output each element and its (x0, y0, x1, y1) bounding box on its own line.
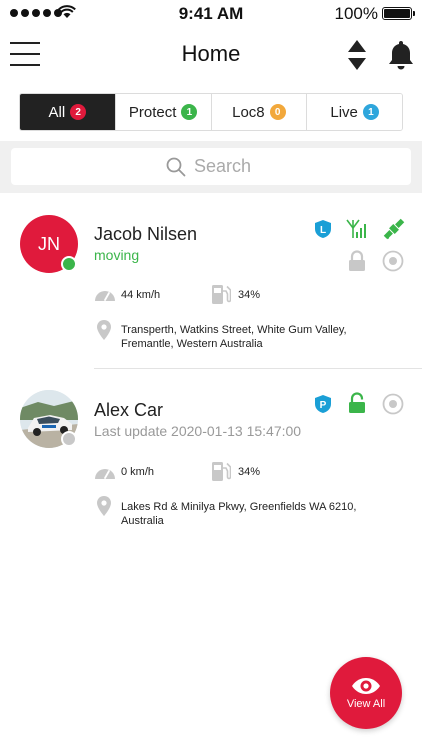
gps-satellite-icon (383, 218, 405, 240)
sort-icon[interactable] (346, 38, 368, 72)
tab-label: Protect (128, 103, 177, 121)
count-badge: 2 (70, 104, 87, 120)
eye-icon (352, 677, 380, 694)
offline-status-dot (61, 431, 77, 447)
online-status-dot (61, 256, 77, 272)
speedometer-icon (95, 291, 115, 301)
count-badge: 1 (362, 104, 379, 120)
fuel-value: 34% (238, 289, 261, 301)
fuel-pump-icon (212, 285, 231, 304)
divider (94, 368, 422, 369)
vehicle-address: Lakes Rd & Minilya Pkwy, Greenfields WA … (121, 501, 357, 527)
location-pin-icon (97, 320, 111, 340)
count-badge: 0 (269, 104, 286, 120)
plan-badge-letter: L (320, 225, 326, 236)
locate-target-icon[interactable] (382, 250, 404, 272)
fuel-pump-icon (212, 462, 231, 481)
plan-p-shield-icon: P (315, 395, 331, 413)
search-bar-container (0, 141, 422, 193)
tab-live[interactable]: Live 1 (307, 94, 402, 130)
vehicle-address: Transperth, Watkins Street, White Gum Va… (121, 324, 347, 350)
unlock-icon[interactable] (348, 392, 366, 414)
view-all-label: View All (346, 697, 386, 710)
hamburger-menu-icon[interactable] (10, 42, 40, 68)
speed-value: 44 km/h (121, 289, 161, 301)
tab-label: All (48, 103, 66, 121)
vehicle-status: moving (94, 247, 140, 263)
vehicle-name: Jacob Nilsen (94, 224, 198, 244)
avatar-initials: JN (38, 233, 60, 254)
vehicle-card[interactable]: JN Jacob Nilsen moving L 44 km/h 34% Tra… (0, 200, 422, 368)
filter-tabs: All 2 Protect 1 Loc8 0 Live 1 (19, 93, 403, 131)
search-icon (166, 157, 186, 176)
vehicle-name: Alex Car (94, 400, 164, 420)
speed-value: 0 km/h (121, 466, 155, 478)
search-box[interactable] (11, 148, 411, 185)
last-update-text: Last update 2020-01-13 15:47:00 (94, 423, 302, 439)
fuel-value: 34% (238, 466, 261, 478)
tab-label: Loc8 (232, 103, 265, 121)
navigation-bar: Home (0, 28, 422, 84)
tab-loc8[interactable]: Loc8 0 (211, 94, 308, 130)
notification-bell-icon[interactable] (386, 38, 416, 72)
tab-protect[interactable]: Protect 1 (115, 94, 212, 130)
lock-icon[interactable] (348, 250, 366, 272)
tab-label: Live (330, 103, 358, 121)
status-bar: 9:41 AM 100% (0, 0, 422, 28)
battery-percentage: 100% (334, 4, 378, 23)
speedometer-icon (95, 469, 115, 479)
plan-l-shield-icon: L (315, 220, 331, 238)
search-input[interactable] (194, 156, 256, 177)
view-all-button[interactable]: View All (330, 657, 402, 729)
locate-target-icon[interactable] (382, 393, 404, 415)
vehicle-card[interactable]: Alex Car Last update 2020-01-13 15:47:00… (0, 378, 422, 528)
count-badge: 1 (181, 104, 198, 120)
location-pin-icon (97, 496, 111, 516)
tab-all[interactable]: All 2 (20, 94, 116, 130)
battery-icon (382, 7, 415, 20)
plan-badge-letter: P (320, 400, 327, 411)
gsm-signal-icon (346, 219, 366, 238)
